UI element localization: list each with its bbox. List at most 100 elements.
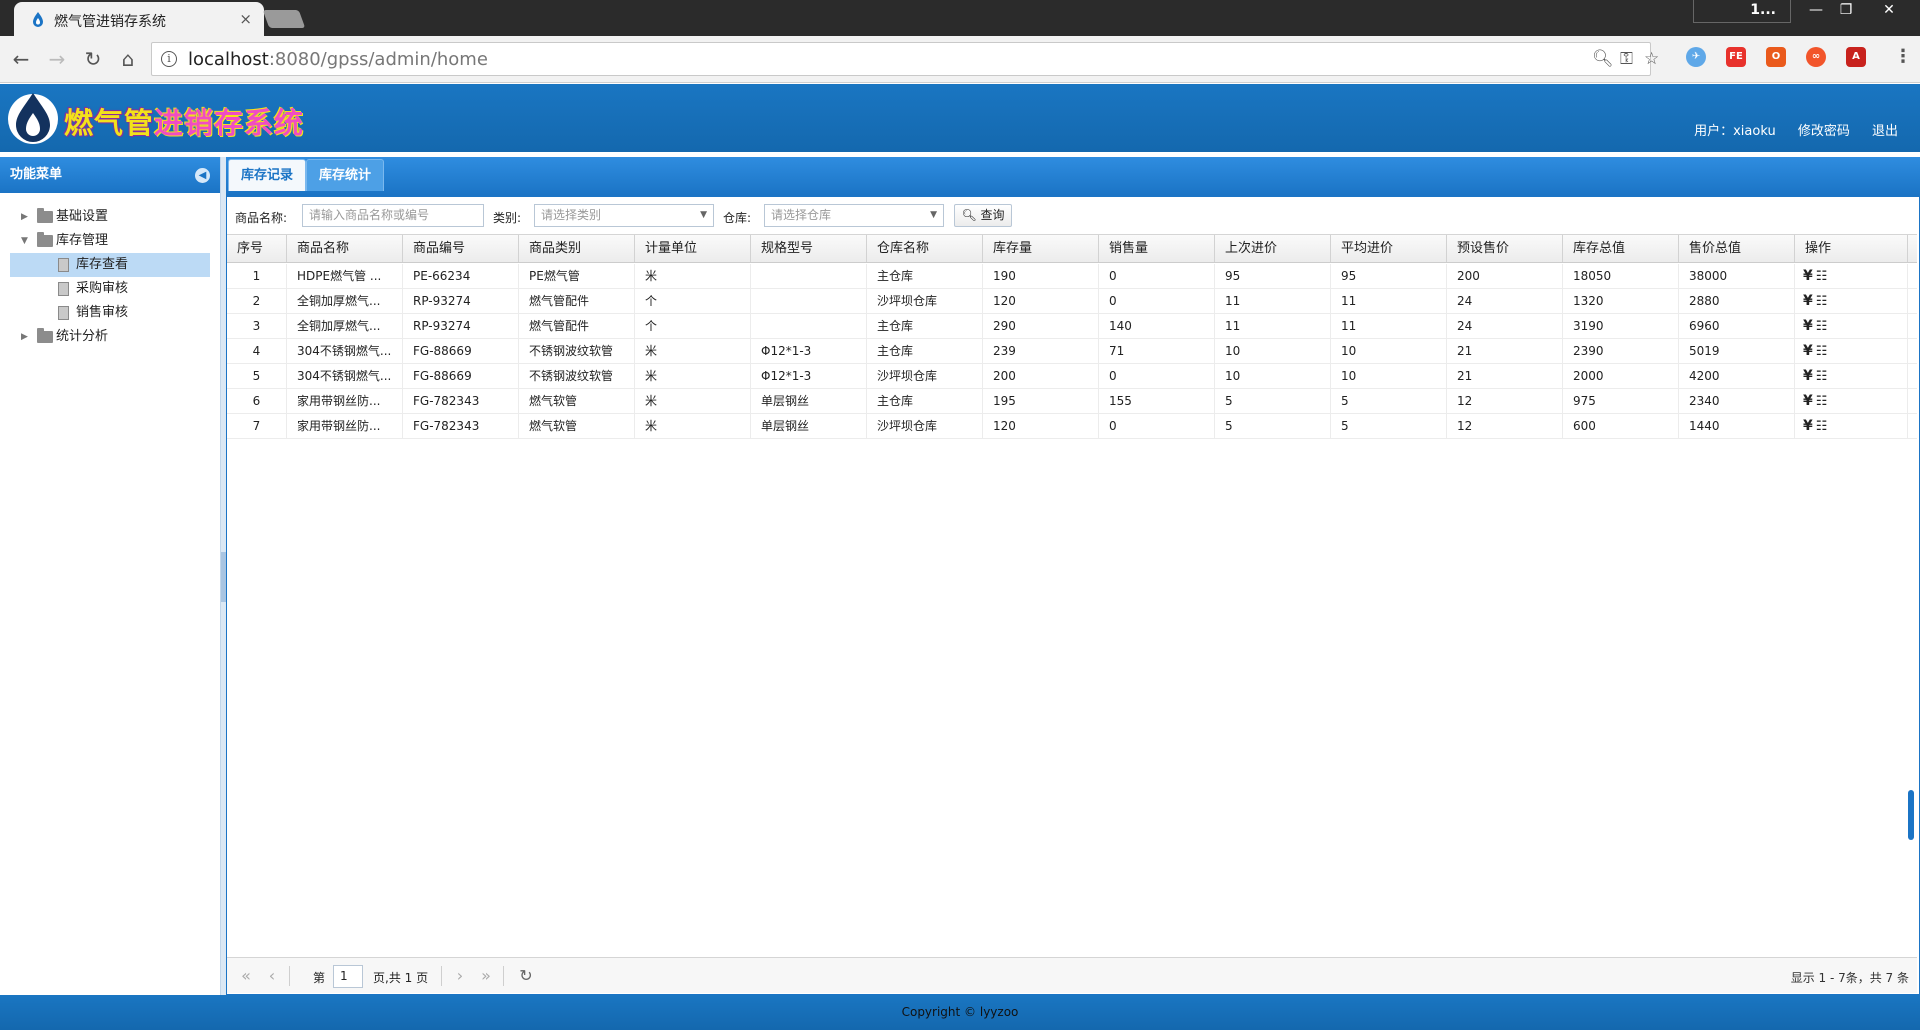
cell-category: 燃气管配件 [519, 314, 635, 338]
prev-page-icon[interactable]: ‹ [261, 966, 283, 986]
column-header-spec[interactable]: 规格型号 [751, 235, 867, 262]
set-price-icon[interactable]: ¥ [1803, 343, 1813, 359]
column-header-index[interactable]: 序号 [227, 235, 287, 262]
column-header-last-price[interactable]: 上次进价 [1215, 235, 1331, 262]
restore-icon[interactable]: ❐ [1827, 0, 1865, 22]
cell-avg-price: 10 [1331, 339, 1447, 363]
back-arrow-icon[interactable]: ← [8, 46, 34, 72]
column-header-stock-value[interactable]: 库存总值 [1563, 235, 1679, 262]
bookmark-star-icon[interactable]: ☆ [1644, 49, 1659, 69]
column-header-actions[interactable]: 操作 [1795, 235, 1908, 262]
logout-link[interactable]: 退出 [1872, 124, 1898, 139]
page-scrollbar-thumb[interactable] [1908, 790, 1914, 840]
column-header-product-code[interactable]: 商品编号 [403, 235, 519, 262]
query-button[interactable]: 🔍︎ 查询 [954, 204, 1012, 227]
table-row[interactable]: 1 HDPE燃气管 ... PE-66234 PE燃气管米主仓库 190 0 95 95 200… [227, 264, 1917, 289]
collapse-arrow-icon[interactable]: ▼ [21, 229, 31, 253]
set-price-icon[interactable]: ¥ [1803, 318, 1813, 334]
cell-index: 4 [227, 339, 287, 363]
adjust-settings-icon[interactable]: ☷ [1816, 344, 1828, 359]
close-window-icon[interactable]: ✕ [1870, 0, 1908, 22]
cell-sales-value: 6960 [1679, 314, 1795, 338]
table-row[interactable]: 4 304不锈钢燃气... FG-88669 不锈钢波纹软管米 Φ12*1-3 主仓库 23… [227, 339, 1917, 364]
refresh-icon[interactable]: ↻ [515, 966, 537, 986]
column-header-product-name[interactable]: 商品名称 [287, 235, 403, 262]
adjust-settings-icon[interactable]: ☷ [1816, 419, 1828, 434]
adjust-settings-icon[interactable]: ☷ [1816, 269, 1828, 284]
sidebar-item-inventory[interactable]: ▼ 库存管理 [0, 229, 220, 253]
home-icon[interactable]: ⌂ [115, 46, 141, 72]
cell-unit: 个 [635, 314, 751, 338]
cell-product-code: RP-93274 [403, 314, 519, 338]
adjust-settings-icon[interactable]: ☷ [1816, 294, 1828, 309]
set-price-icon[interactable]: ¥ [1803, 293, 1813, 309]
collapse-sidebar-icon[interactable]: ◀ [195, 168, 210, 183]
cell-sales-qty: 140 [1099, 314, 1215, 338]
browser-menu-icon[interactable]: ⋮ [1894, 46, 1912, 67]
column-header-avg-price[interactable]: 平均进价 [1331, 235, 1447, 262]
set-price-icon[interactable]: ¥ [1803, 368, 1813, 384]
tab-stock-statistics[interactable]: 库存统计 [306, 159, 385, 191]
sidebar-item-purchase-review[interactable]: 采购审核 [0, 277, 220, 301]
cell-last-price: 10 [1215, 339, 1331, 363]
cell-last-price: 95 [1215, 264, 1331, 288]
column-header-category[interactable]: 商品类别 [519, 235, 635, 262]
table-row[interactable]: 2 全铜加厚燃气... RP-93274 燃气管配件个沙坪坝仓库 120 0 11 11 24 1… [227, 289, 1917, 314]
cell-category: 不锈钢波纹软管 [519, 364, 635, 388]
last-page-icon[interactable]: » [475, 966, 497, 986]
expand-arrow-icon[interactable]: ▶ [21, 205, 31, 229]
set-price-icon[interactable]: ¥ [1803, 268, 1813, 284]
first-page-icon[interactable]: « [235, 966, 257, 986]
key-icon[interactable]: ⚿ [1620, 49, 1633, 69]
adjust-settings-icon[interactable]: ☷ [1816, 394, 1828, 409]
set-price-icon[interactable]: ¥ [1803, 393, 1813, 409]
sidebar-item-sales-review[interactable]: 销售审核 [0, 301, 220, 325]
reload-icon[interactable]: ↻ [80, 46, 106, 72]
extension-fe-icon[interactable]: FE [1726, 47, 1746, 67]
expand-arrow-icon[interactable]: ▶ [21, 325, 31, 349]
search-icon: 🔍︎ [961, 208, 977, 222]
chevron-down-icon: ▼ [930, 210, 937, 220]
product-name-input[interactable]: 请输入商品名称或编号 [302, 204, 484, 227]
table-row[interactable]: 7 家用带钢丝防... FG-782343 燃气软管米单层钢丝 沙坪坝仓库 120 0 5 5 1… [227, 414, 1917, 439]
address-bar[interactable]: i localhost:8080/gpss/admin/home 🔍︎ ⚿ ☆ [151, 42, 1659, 76]
tab-stock-records[interactable]: 库存记录 [228, 159, 307, 191]
cell-product-name: 304不锈钢燃气... [287, 339, 403, 363]
profile-button[interactable]: 1... [1693, 0, 1791, 23]
sidebar: 功能菜单 ◀ ▶ 基础设置 ▼ 库存管理 库存查看 采购审核 销售审核 ▶ 统计… [0, 157, 221, 995]
site-info-icon[interactable]: i [161, 51, 177, 67]
new-tab-button[interactable] [262, 10, 306, 28]
column-header-unit[interactable]: 计量单位 [635, 235, 751, 262]
table-row[interactable]: 5 304不锈钢燃气... FG-88669 不锈钢波纹软管米 Φ12*1-3 沙坪坝仓库… [227, 364, 1917, 389]
category-select[interactable]: 请选择类别 ▼ [534, 204, 714, 227]
table-row[interactable]: 6 家用带钢丝防... FG-782343 燃气软管米单层钢丝 主仓库 195 155 5 5 1… [227, 389, 1917, 414]
extension-pdf-icon[interactable]: A [1846, 47, 1866, 67]
cell-spec: Φ12*1-3 [751, 339, 867, 363]
extension-bird-icon[interactable]: ✈ [1686, 47, 1706, 67]
column-header-preset-price[interactable]: 预设售价 [1447, 235, 1563, 262]
sidebar-item-stock-view[interactable]: 库存查看 [10, 253, 210, 277]
tab-close-icon[interactable]: × [239, 10, 252, 28]
adjust-settings-icon[interactable]: ☷ [1816, 369, 1828, 384]
change-password-link[interactable]: 修改密码 [1798, 124, 1850, 139]
sidebar-item-basic-settings[interactable]: ▶ 基础设置 [0, 205, 220, 229]
page-number-input[interactable]: 1 [333, 965, 363, 988]
forward-arrow-icon[interactable]: → [44, 46, 70, 72]
cell-spec [751, 314, 867, 338]
column-header-sales-qty[interactable]: 销售量 [1099, 235, 1215, 262]
next-page-icon[interactable]: › [449, 966, 471, 986]
column-header-stock-qty[interactable]: 库存量 [983, 235, 1099, 262]
file-icon [58, 282, 69, 296]
extension-infinity-icon[interactable]: ∞ [1806, 47, 1826, 67]
warehouse-select[interactable]: 请选择仓库 ▼ [764, 204, 944, 227]
table-row[interactable]: 3 全铜加厚燃气... RP-93274 燃气管配件个主仓库 290 140 11 11 24 3… [227, 314, 1917, 339]
column-header-sales-value[interactable]: 售价总值 [1679, 235, 1795, 262]
extension-office-icon[interactable]: O [1766, 47, 1786, 67]
set-price-icon[interactable]: ¥ [1803, 418, 1813, 434]
cell-stock-qty: 239 [983, 339, 1099, 363]
browser-tab[interactable]: 燃气管进销存系统 × [14, 2, 264, 36]
adjust-settings-icon[interactable]: ☷ [1816, 319, 1828, 334]
column-header-warehouse[interactable]: 仓库名称 [867, 235, 983, 262]
zoom-icon[interactable]: 🔍︎ [1592, 49, 1614, 69]
sidebar-item-statistics[interactable]: ▶ 统计分析 [0, 325, 220, 349]
